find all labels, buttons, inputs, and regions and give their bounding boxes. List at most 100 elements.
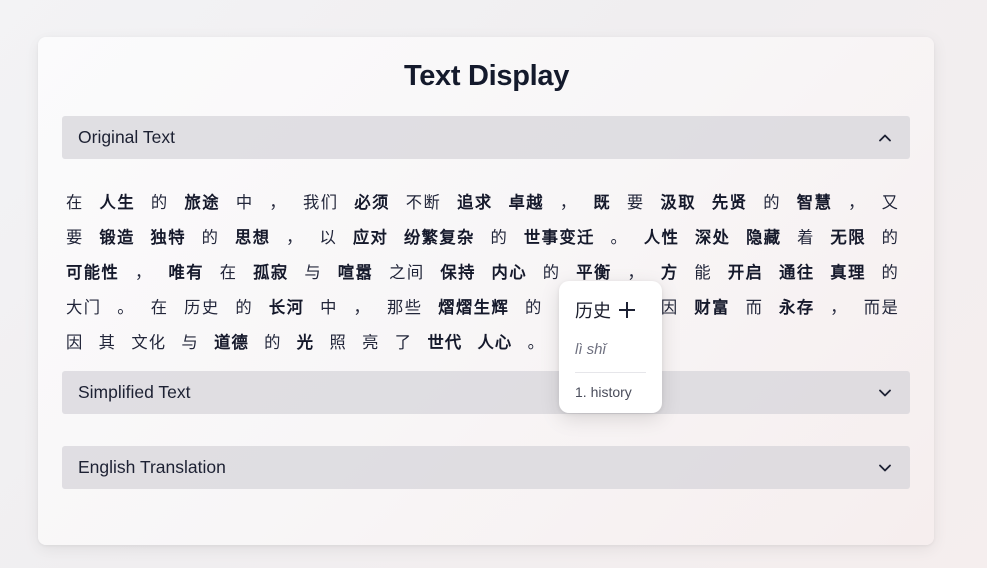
text-word[interactable]: ， bbox=[830, 298, 848, 317]
text-word[interactable]: 。 bbox=[610, 228, 628, 247]
text-word[interactable]: 因 bbox=[661, 298, 679, 317]
text-word[interactable]: 应对 bbox=[353, 228, 388, 247]
text-word[interactable]: 世代 bbox=[427, 333, 462, 352]
plus-icon[interactable] bbox=[619, 302, 635, 318]
text-word[interactable]: 锻造 bbox=[99, 228, 134, 247]
text-word[interactable]: 通往 bbox=[779, 263, 815, 282]
text-word[interactable]: 在 bbox=[151, 298, 169, 317]
text-word[interactable]: 其 bbox=[99, 333, 116, 352]
text-word[interactable]: 独特 bbox=[150, 228, 185, 247]
accordion-simplified-text[interactable]: Simplified Text bbox=[62, 371, 910, 414]
accordion-label-simplified: Simplified Text bbox=[78, 382, 191, 402]
text-word[interactable]: 的 bbox=[151, 193, 169, 212]
text-word[interactable]: ， bbox=[848, 193, 866, 212]
text-word[interactable]: 可能性 bbox=[66, 263, 119, 282]
text-word[interactable]: 。 bbox=[117, 298, 135, 317]
chevron-down-icon[interactable] bbox=[878, 461, 892, 475]
text-word[interactable]: 追求 bbox=[457, 193, 493, 212]
text-word[interactable]: 先贤 bbox=[712, 193, 748, 212]
text-word[interactable]: 长河 bbox=[269, 298, 305, 317]
text-word[interactable]: ， bbox=[354, 298, 372, 317]
text-word[interactable]: 光 bbox=[297, 333, 314, 352]
text-word[interactable]: 文化 bbox=[131, 333, 166, 352]
text-word[interactable]: 在 bbox=[220, 263, 238, 282]
text-word[interactable]: 照 bbox=[329, 333, 346, 352]
popup-definition: 1. history bbox=[575, 384, 632, 400]
chevron-down-icon[interactable] bbox=[878, 386, 892, 400]
text-word[interactable]: 保持 bbox=[440, 263, 476, 282]
text-word[interactable]: ， bbox=[627, 263, 645, 282]
text-word[interactable]: 平衡 bbox=[576, 263, 612, 282]
text-word[interactable]: 能 bbox=[694, 263, 712, 282]
text-word[interactable]: 人性 bbox=[644, 228, 679, 247]
text-word[interactable]: 财富 bbox=[694, 298, 730, 317]
text-word[interactable]: 着 bbox=[797, 228, 815, 247]
text-word[interactable]: 内心 bbox=[492, 263, 528, 282]
text-word[interactable]: 在 bbox=[66, 193, 84, 212]
text-word[interactable]: 旅途 bbox=[184, 193, 220, 212]
text-word[interactable]: 人心 bbox=[478, 333, 513, 352]
text-word[interactable]: 喧嚣 bbox=[338, 263, 374, 282]
text-word[interactable]: 智慧 bbox=[797, 193, 833, 212]
text-word[interactable]: 中 bbox=[320, 298, 338, 317]
text-word[interactable]: 而 bbox=[746, 298, 764, 317]
text-word[interactable]: 深处 bbox=[695, 228, 730, 247]
text-word[interactable]: ， bbox=[560, 193, 578, 212]
text-word[interactable]: 开启 bbox=[728, 263, 764, 282]
accordion-label-english: English Translation bbox=[78, 457, 226, 477]
text-word[interactable]: 思想 bbox=[235, 228, 270, 247]
text-word[interactable]: 中 bbox=[236, 193, 254, 212]
text-word[interactable]: 永存 bbox=[779, 298, 815, 317]
text-word[interactable]: 无限 bbox=[831, 228, 866, 247]
text-word[interactable]: 大门 bbox=[66, 298, 102, 317]
text-word[interactable]: 那些 bbox=[387, 298, 423, 317]
text-word[interactable]: 不断 bbox=[406, 193, 442, 212]
text-word[interactable]: 人生 bbox=[100, 193, 136, 212]
text-word[interactable]: 的 bbox=[235, 298, 253, 317]
text-word[interactable]: 与 bbox=[304, 263, 322, 282]
text-word[interactable]: 道德 bbox=[214, 333, 249, 352]
text-word[interactable]: 卓越 bbox=[508, 193, 544, 212]
text-word[interactable]: 以 bbox=[319, 228, 337, 247]
text-word[interactable]: ， bbox=[135, 263, 153, 282]
word-definition-popup: 历史 lì shǐ 1. history bbox=[559, 281, 662, 413]
text-word[interactable]: 亮 bbox=[362, 333, 379, 352]
text-word[interactable]: 的 bbox=[882, 263, 899, 282]
text-word[interactable]: ， bbox=[286, 228, 304, 247]
accordion-english-translation[interactable]: English Translation bbox=[62, 446, 910, 489]
text-word[interactable]: 我们 bbox=[303, 193, 339, 212]
text-word[interactable]: 必须 bbox=[354, 193, 390, 212]
text-word[interactable]: 汲取 bbox=[660, 193, 696, 212]
popup-word: 历史 bbox=[575, 301, 611, 322]
text-word[interactable]: ， bbox=[269, 193, 287, 212]
accordion-original-text[interactable]: Original Text bbox=[62, 116, 910, 159]
text-word[interactable]: 世事变迁 bbox=[524, 228, 595, 247]
text-word[interactable]: 熠熠生辉 bbox=[438, 298, 509, 317]
text-word[interactable]: 既 bbox=[593, 193, 611, 212]
text-word[interactable]: 孤寂 bbox=[253, 263, 289, 282]
text-word[interactable]: 的 bbox=[882, 228, 899, 247]
text-word[interactable]: 与 bbox=[181, 333, 198, 352]
accordion-label-original: Original Text bbox=[78, 127, 175, 147]
text-word[interactable]: 历史 bbox=[184, 298, 220, 317]
text-word[interactable]: 的 bbox=[491, 228, 509, 247]
text-word[interactable]: 要 bbox=[66, 228, 84, 247]
text-word[interactable]: 而是 bbox=[864, 298, 899, 317]
text-word[interactable]: 唯有 bbox=[168, 263, 204, 282]
text-word[interactable]: 了 bbox=[395, 333, 412, 352]
text-word[interactable]: 因 bbox=[66, 333, 83, 352]
text-word[interactable]: 隐藏 bbox=[746, 228, 781, 247]
text-word[interactable]: 之间 bbox=[389, 263, 425, 282]
text-word[interactable]: 的 bbox=[525, 298, 543, 317]
text-word[interactable]: 。 bbox=[528, 333, 545, 352]
text-word[interactable]: 纷繁复杂 bbox=[404, 228, 475, 247]
text-word[interactable]: 的 bbox=[202, 228, 220, 247]
text-word[interactable]: 的 bbox=[543, 263, 561, 282]
text-word[interactable]: 的 bbox=[763, 193, 781, 212]
text-word[interactable]: 真理 bbox=[830, 263, 866, 282]
text-word[interactable]: 方 bbox=[661, 263, 679, 282]
text-word[interactable]: 要 bbox=[627, 193, 645, 212]
chevron-up-icon[interactable] bbox=[878, 131, 892, 145]
text-word[interactable]: 的 bbox=[264, 333, 281, 352]
text-word[interactable]: 又 bbox=[882, 193, 899, 212]
